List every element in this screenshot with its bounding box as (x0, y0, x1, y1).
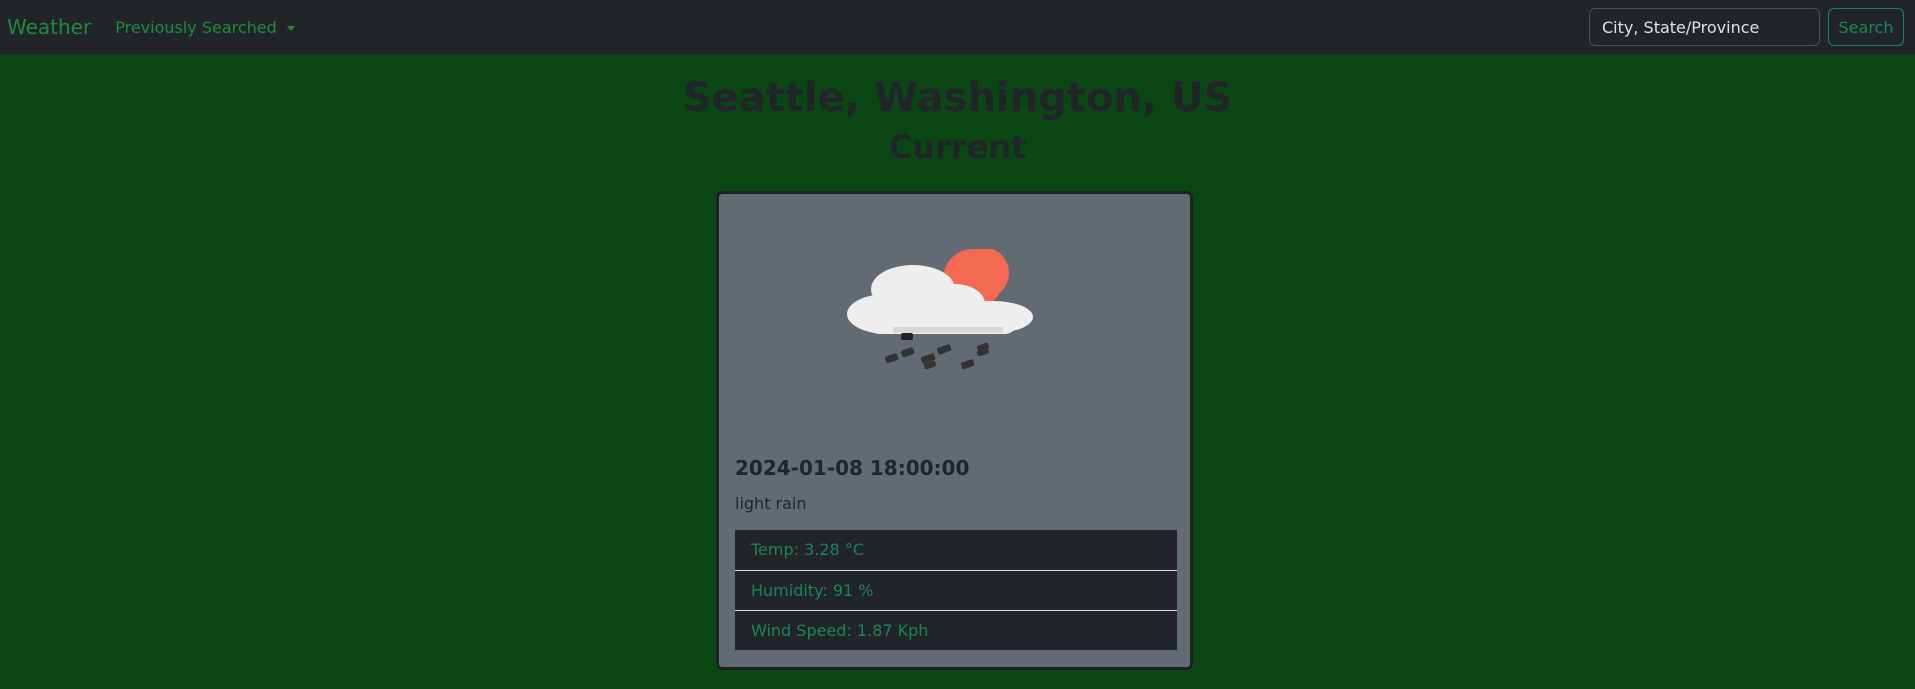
search-form: Search (1589, 8, 1904, 46)
current-weather-card: 2024-01-08 18:00:00 light rain Temp: 3.2… (716, 191, 1193, 670)
weather-details-list: Temp: 3.28 °C Humidity: 91 % Wind Speed:… (735, 530, 1177, 650)
wind-speed-item: Wind Speed: 1.87 Kph (735, 610, 1177, 650)
search-button[interactable]: Search (1828, 8, 1904, 46)
weather-description: light rain (735, 494, 807, 513)
rain-drops-icon (900, 342, 990, 369)
previously-searched-label: Previously Searched (115, 17, 277, 37)
previously-searched-dropdown[interactable]: Previously Searched (115, 18, 295, 37)
temperature-item: Temp: 3.28 °C (735, 530, 1177, 570)
location-title: Seattle, Washington, US (682, 75, 1233, 121)
search-input[interactable] (1589, 8, 1820, 46)
current-heading: Current (888, 128, 1027, 166)
navbar-left: Weather Previously Searched (0, 17, 295, 37)
forecast-datetime: 2024-01-08 18:00:00 (735, 456, 970, 480)
navbar: Weather Previously Searched Search (0, 0, 1915, 55)
humidity-item: Humidity: 91 % (735, 570, 1177, 610)
chevron-down-icon (286, 25, 295, 31)
brand-link[interactable]: Weather (7, 17, 91, 37)
